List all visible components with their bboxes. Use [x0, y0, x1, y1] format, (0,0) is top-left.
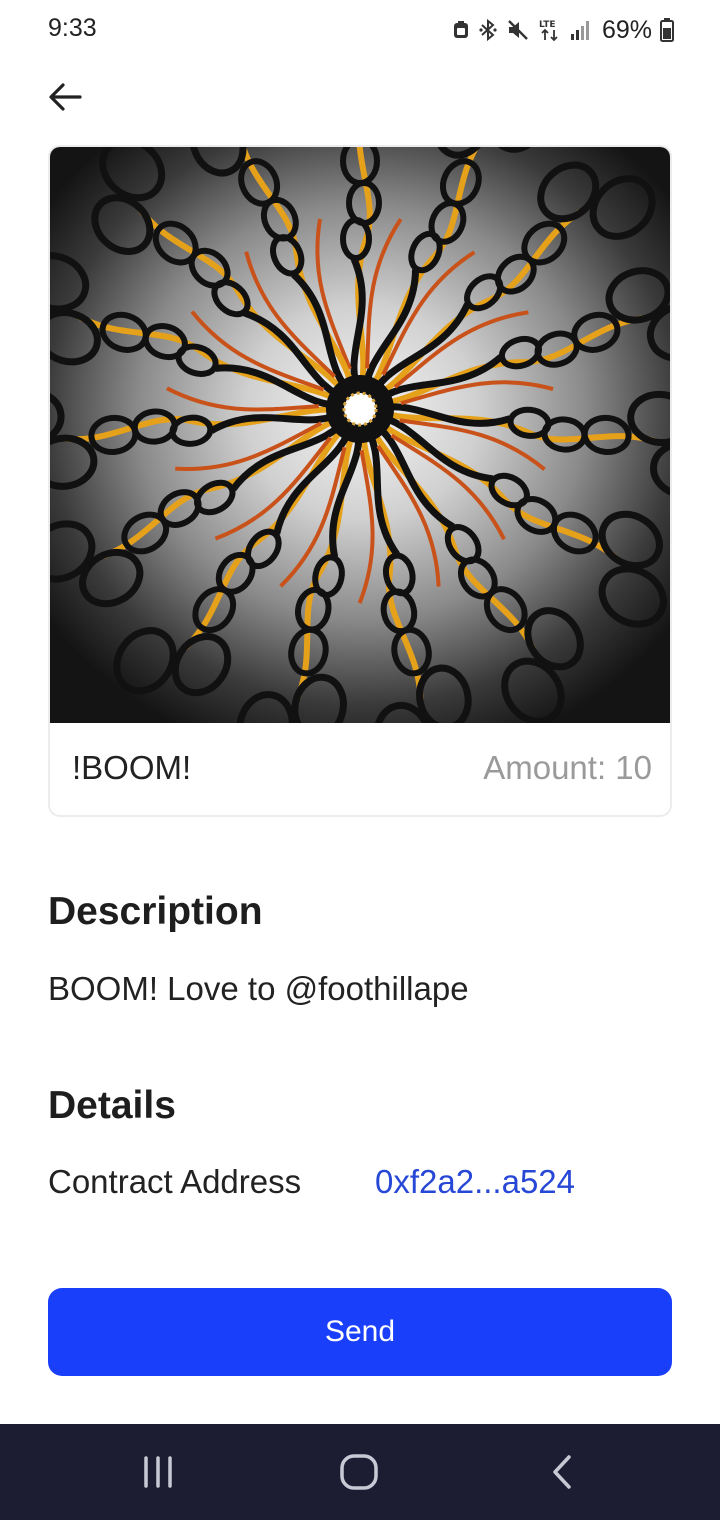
- contract-address-label: Contract Address: [48, 1163, 302, 1200]
- send-button[interactable]: Send: [48, 1288, 672, 1376]
- battery-icon: [660, 18, 674, 42]
- status-bar: 9:33 LTE 69%: [0, 0, 720, 60]
- bluetooth-icon: [478, 18, 498, 42]
- status-icons: LTE 69%: [452, 14, 674, 46]
- recent-apps-button[interactable]: [128, 1446, 188, 1498]
- mute-icon: [506, 18, 530, 42]
- lte-icon: LTE: [538, 17, 562, 43]
- description-text: BOOM! Love to @foothillape: [48, 970, 469, 1007]
- signal-icon: [570, 19, 592, 41]
- svg-text:LTE: LTE: [539, 20, 556, 30]
- back-button[interactable]: [40, 72, 90, 122]
- battery-percent: 69%: [601, 15, 652, 44]
- home-icon: [340, 1454, 378, 1490]
- nft-card: !BOOM! Amount: 10: [48, 145, 672, 817]
- home-button[interactable]: [329, 1446, 389, 1498]
- description-title: Description: [48, 890, 263, 933]
- back-icon: [553, 1455, 571, 1489]
- status-time: 9:33: [48, 14, 97, 42]
- nft-amount: Amount: 10: [483, 749, 652, 786]
- alarm-icon: [452, 19, 470, 41]
- system-back-button[interactable]: [532, 1446, 592, 1498]
- recent-apps-icon: [144, 1456, 172, 1488]
- navigation-bar: [0, 1424, 720, 1520]
- nft-card-footer: !BOOM! Amount: 10: [50, 723, 670, 815]
- details-title: Details: [48, 1084, 176, 1127]
- nft-image: [50, 147, 670, 723]
- contract-address-link[interactable]: 0xf2a2...a524: [375, 1163, 575, 1201]
- nft-name: !BOOM!: [72, 749, 192, 786]
- arrow-left-icon: [49, 83, 82, 111]
